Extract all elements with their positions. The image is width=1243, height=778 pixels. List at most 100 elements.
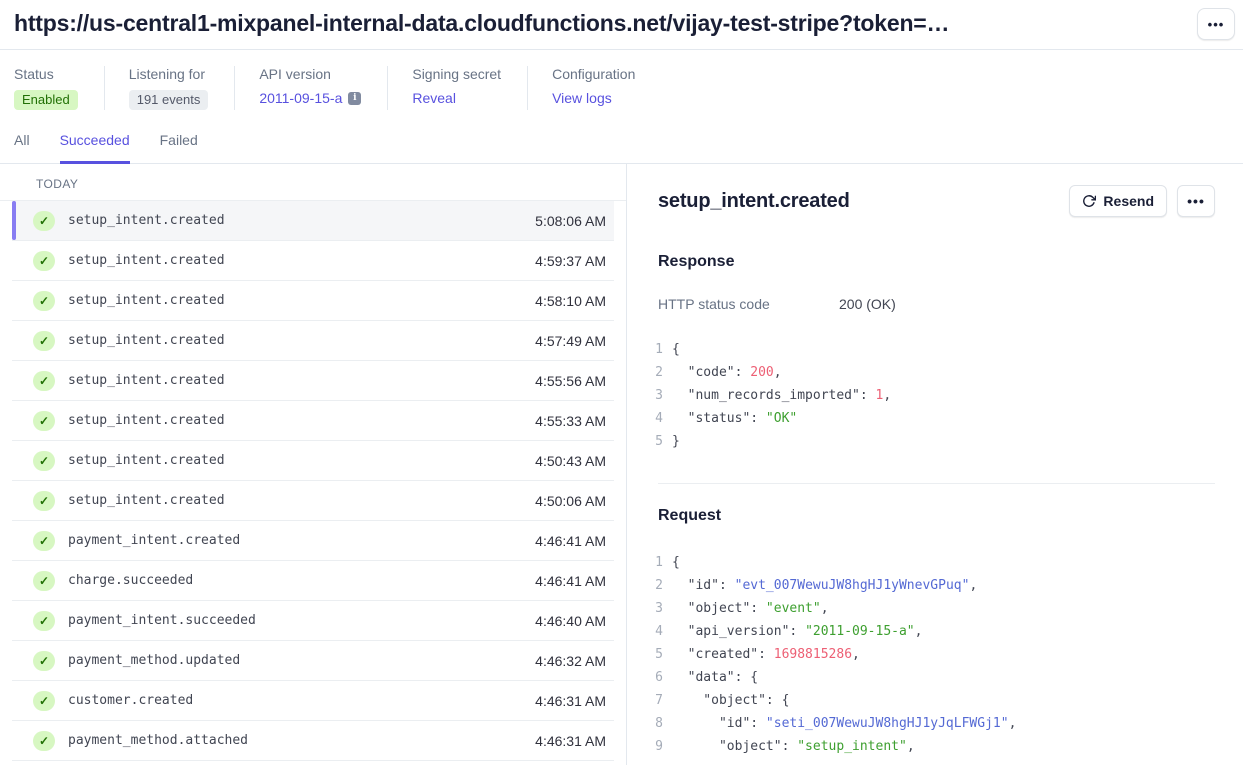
code-token: "seti_007WewuJW8hgHJ1yJqLFWGj1" [766,716,1009,731]
event-time: 4:50:43 AM [535,453,606,469]
tab-succeeded[interactable]: Succeeded [60,132,130,164]
code-token: 1698815286 [774,647,852,662]
code-token: "id": [672,716,766,731]
event-row[interactable]: ✓ setup_intent.created 4:57:49 AM [12,321,614,361]
event-row[interactable]: ✓ payment_intent.succeeded 4:46:40 AM [12,601,614,641]
success-check-icon: ✓ [33,731,55,751]
success-check-icon: ✓ [33,371,55,391]
event-time: 4:59:37 AM [535,253,606,269]
code-token: , [883,388,891,403]
event-row[interactable]: ✓ charge.succeeded 4:46:41 AM [12,561,614,601]
line-number: 1 [643,338,663,361]
configuration-section: Configuration View logs [527,66,661,110]
code-token: { [672,555,680,570]
event-time: 4:46:41 AM [535,533,606,549]
tab-failed[interactable]: Failed [160,132,198,164]
signing-secret-label: Signing secret [412,66,501,82]
code-token: "api_version": [672,624,805,639]
event-row[interactable]: ✓ setup_intent.created 4:50:06 AM [12,481,614,521]
ellipsis-icon: ••• [1208,17,1225,32]
event-time: 4:46:32 AM [535,653,606,669]
code-token: , [852,647,860,662]
event-time: 4:55:56 AM [535,373,606,389]
tab-all[interactable]: All [14,132,30,164]
listening-for-section: Listening for 191 events [104,66,235,110]
success-check-icon: ✓ [33,571,55,591]
view-logs-link[interactable]: View logs [552,90,612,106]
event-row[interactable]: ✓ setup_intent.created 4:55:56 AM [12,361,614,401]
code-token: "code": [672,365,750,380]
event-row-selected[interactable]: ✓ setup_intent.created 5:08:06 AM [12,201,614,241]
line-number: 2 [643,361,663,384]
reveal-secret-link[interactable]: Reveal [412,90,456,106]
code-token: "event" [766,601,821,616]
response-heading: Response [658,253,1215,271]
success-check-icon: ✓ [33,331,55,351]
status-label: Status [14,66,78,82]
success-check-icon: ✓ [33,691,55,711]
code-token: , [969,578,977,593]
code-token: "evt_007WewuJW8hgHJ1yWnevGPuq" [735,578,970,593]
event-row[interactable]: ✓ setup_intent.created 4:58:10 AM [12,281,614,321]
event-time: 4:46:31 AM [535,693,606,709]
response-body-code: 1 { 2 "code": 200, 3 "num_records_import… [643,338,1215,453]
line-number: 5 [643,430,663,453]
code-line: 2 "id": "evt_007WewuJW8hgHJ1yWnevGPuq", [643,574,1215,597]
event-name: payment_method.attached [68,733,248,748]
event-time: 4:58:10 AM [535,293,606,309]
success-check-icon: ✓ [33,451,55,471]
event-time: 5:08:06 AM [535,213,606,229]
code-token: "num_records_imported": [672,388,876,403]
detail-more-button[interactable]: ••• [1177,185,1215,217]
event-row[interactable]: ✓ customer.created 4:46:31 AM [12,681,614,721]
event-row[interactable]: ✓ payment_method.updated 4:46:32 AM [12,641,614,681]
event-row[interactable]: ✓ setup_intent.created 4:50:43 AM [12,441,614,481]
event-row[interactable]: ✓ setup_intent.created 4:59:37 AM [12,241,614,281]
resend-button[interactable]: Resend [1069,185,1167,217]
code-line: 9 "object": "setup_intent", [643,735,1215,758]
event-name: setup_intent.created [68,493,225,508]
event-time: 4:46:31 AM [535,733,606,749]
resend-refresh-icon [1082,194,1096,208]
code-token: { [672,342,680,357]
event-name: payment_intent.created [68,533,240,548]
http-status-value: 200 (OK) [839,296,896,312]
signing-secret-section: Signing secret Reveal [387,66,527,110]
configuration-label: Configuration [552,66,635,82]
success-check-icon: ✓ [33,491,55,511]
code-line: 3 "num_records_imported": 1, [643,384,1215,407]
status-section: Status Enabled [14,66,104,110]
line-number: 8 [643,712,663,735]
event-row[interactable]: ✓ setup_intent.created 4:55:33 AM [12,401,614,441]
event-group-label: TODAY [0,164,626,201]
code-token: "data": { [672,670,758,685]
line-number: 2 [643,574,663,597]
event-name: setup_intent.created [68,213,225,228]
events-count-badge: 191 events [129,90,209,110]
request-heading: Request [658,507,1215,525]
code-token: "id": [672,578,735,593]
success-check-icon: ✓ [33,411,55,431]
info-icon[interactable]: i [348,92,361,105]
api-version-link[interactable]: 2011-09-15-a [259,90,342,106]
code-token: 200 [750,365,773,380]
webhook-endpoint-url-title: https://us-central1-mixpanel-internal-da… [14,10,1187,37]
success-check-icon: ✓ [33,651,55,671]
listening-for-label: Listening for [129,66,209,82]
line-number: 4 [643,620,663,643]
event-list-pane: TODAY ✓ setup_intent.created 5:08:06 AM … [0,164,627,765]
event-name: setup_intent.created [68,453,225,468]
request-body-code: 1 { 2 "id": "evt_007WewuJW8hgHJ1yWnevGPu… [643,551,1215,758]
section-divider [658,483,1215,484]
success-check-icon: ✓ [33,251,55,271]
event-time: 4:55:33 AM [535,413,606,429]
line-number: 9 [643,735,663,758]
line-number: 3 [643,384,663,407]
header-more-button[interactable]: ••• [1197,8,1235,40]
event-row[interactable]: ✓ payment_intent.created 4:46:41 AM [12,521,614,561]
code-token: , [915,624,923,639]
event-name: setup_intent.created [68,293,225,308]
code-line: 4 "api_version": "2011-09-15-a", [643,620,1215,643]
event-row[interactable]: ✓ payment_method.attached 4:46:31 AM [12,721,614,761]
code-token: "2011-09-15-a" [805,624,915,639]
